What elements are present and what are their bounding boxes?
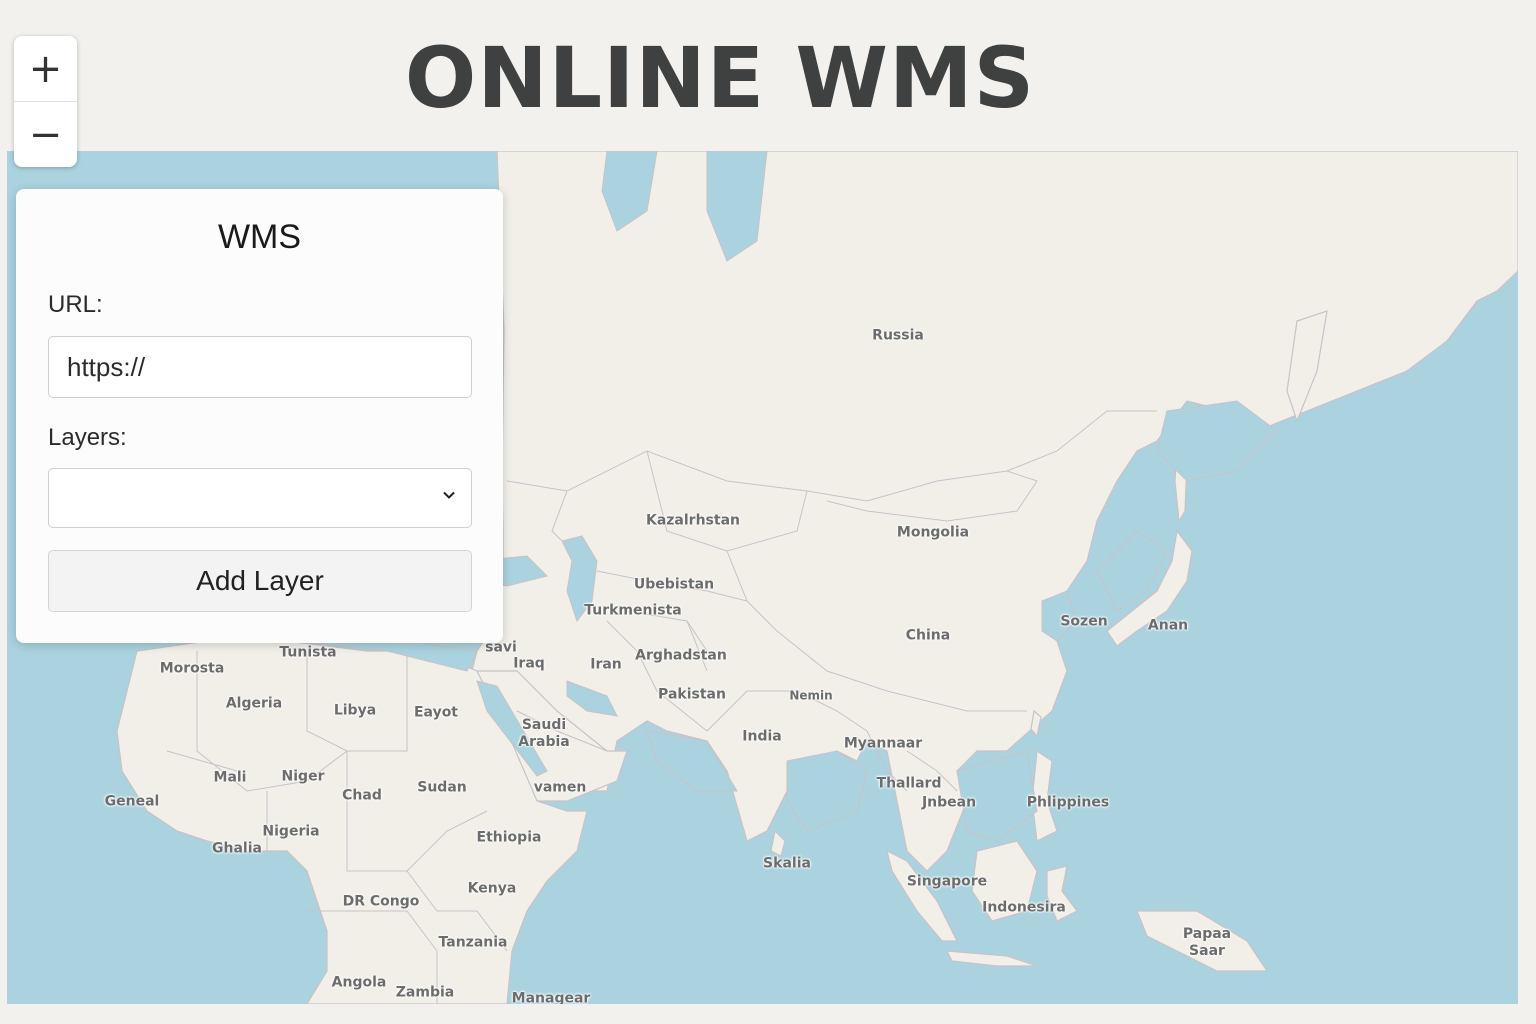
url-input[interactable] — [48, 336, 472, 398]
zoom-in-button[interactable]: + — [14, 36, 77, 101]
label-tunisia: Tunista — [279, 644, 337, 661]
label-tanzania: Tanzania — [438, 934, 508, 951]
label-kazakhstan: Kazalrhstan — [645, 512, 741, 529]
label-ghana: Ghalia — [212, 840, 262, 857]
label-saudi-arabia: Saudi Arabia — [518, 717, 570, 750]
label-zambia: Zambia — [395, 984, 455, 1001]
label-vietnam: Jnbean — [921, 794, 977, 811]
label-niger: Niger — [281, 768, 325, 785]
label-mongolia: Mongolia — [896, 524, 970, 541]
label-dr-congo: DR Congo — [342, 893, 420, 910]
label-indonesia: Indonesira — [982, 899, 1066, 916]
land-java — [945, 950, 1038, 967]
label-egypt: Eayot — [413, 704, 459, 721]
label-turkmenistan: Turkmenista — [584, 602, 682, 619]
land-sri-lanka — [770, 829, 786, 857]
label-madagascar: Managear — [511, 990, 591, 1005]
page-title: ONLINE WMS — [404, 29, 1036, 127]
panel-title: WMS — [217, 218, 302, 256]
label-morocco: Morosta — [159, 660, 225, 677]
label-angola: Angola — [331, 974, 387, 991]
zoom-control: + − — [14, 36, 77, 167]
label-nepal: Nemin — [789, 688, 833, 703]
label-singapore: Singapore — [906, 873, 988, 890]
label-philippines: Phlippines — [1026, 794, 1110, 811]
label-papua: Papaa Saar — [1182, 926, 1232, 959]
label-sudan: Sudan — [417, 779, 467, 796]
label-yemen: vamen — [533, 779, 587, 796]
label-sri-lanka: Skalia — [763, 855, 811, 872]
wms-panel: WMS URL: Layers: Add Layer — [16, 189, 503, 643]
label-thailand: Thallard — [876, 775, 942, 792]
label-afghanistan: Arghadstan — [635, 647, 727, 664]
label-ethiopia: Ethiopia — [476, 829, 542, 846]
label-russia: Russia — [872, 327, 924, 344]
label-mali: Mali — [213, 769, 247, 786]
label-china: China — [905, 627, 951, 644]
label-algeria: Algeria — [225, 695, 283, 712]
bay-of-bengal — [786, 750, 868, 832]
layers-select[interactable] — [48, 468, 472, 528]
label-kenya: Kenya — [467, 880, 517, 897]
label-chad: Chad — [342, 787, 382, 804]
label-korea: Sozen — [1060, 613, 1108, 630]
zoom-out-button[interactable]: − — [14, 101, 77, 167]
label-iraq: Iraq — [513, 655, 545, 672]
label-nigeria: Nigeria — [262, 823, 320, 840]
label-senegal: Geneal — [104, 793, 160, 810]
label-uzbekistan: Ubebistan — [633, 576, 715, 593]
label-libya: Libya — [333, 702, 377, 719]
add-layer-button[interactable]: Add Layer — [48, 550, 472, 612]
chevron-down-icon — [443, 491, 455, 499]
layers-label: Layers: — [48, 424, 127, 451]
label-myanmar: Myannaar — [843, 735, 923, 752]
label-india: India — [742, 728, 782, 745]
label-japan: Anan — [1147, 617, 1189, 634]
label-pakistan: Pakistan — [658, 686, 726, 703]
label-iran: Iran — [590, 656, 622, 673]
url-label: URL: — [48, 291, 103, 318]
